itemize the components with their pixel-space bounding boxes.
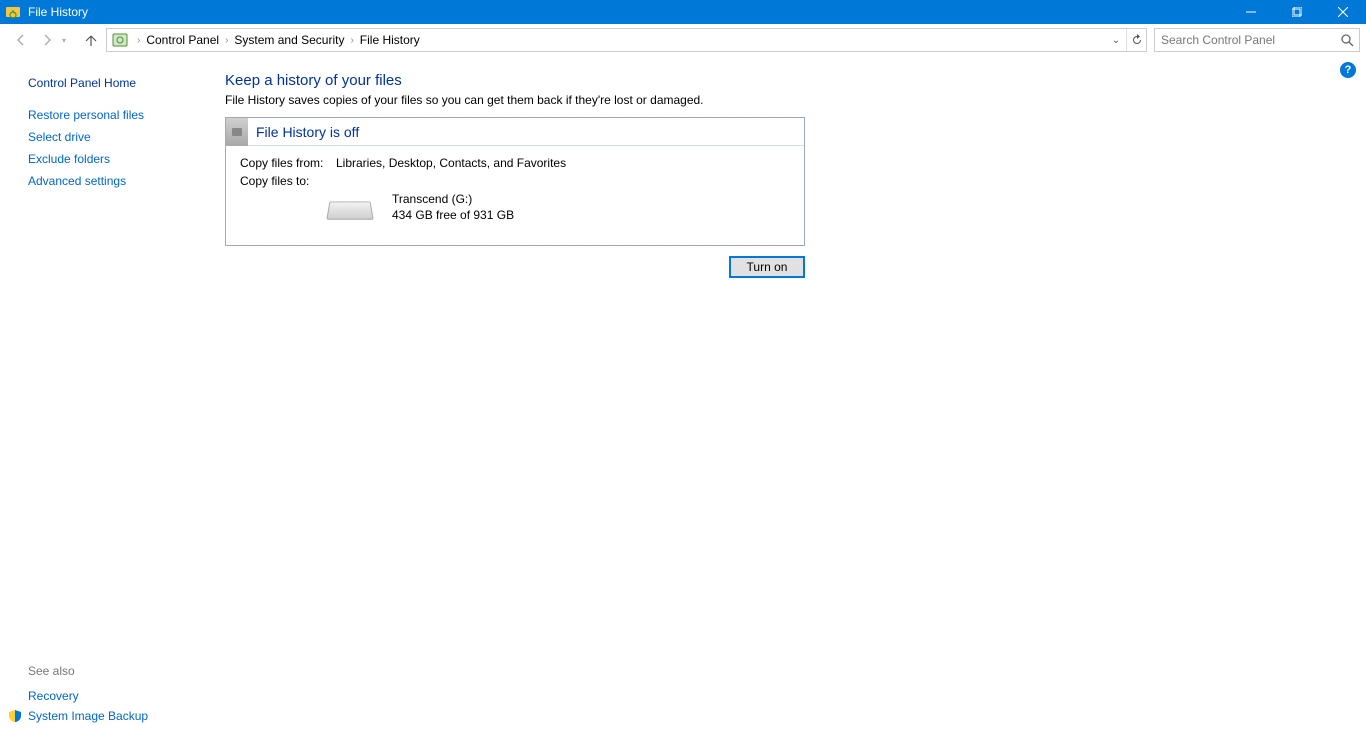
search-box[interactable] — [1154, 28, 1360, 52]
page-title: Keep a history of your files — [225, 72, 1346, 89]
drive-free-space: 434 GB free of 931 GB — [392, 208, 514, 224]
see-also-label: See also — [28, 664, 205, 678]
minimize-button[interactable] — [1228, 0, 1274, 24]
breadcrumb-item[interactable]: Control Panel — [144, 33, 221, 47]
control-panel-home-link[interactable]: Control Panel Home — [0, 76, 205, 90]
back-button[interactable] — [10, 29, 32, 51]
help-icon[interactable]: ? — [1340, 62, 1356, 78]
sidebar-link-exclude-folders[interactable]: Exclude folders — [0, 148, 205, 170]
drive-name: Transcend (G:) — [392, 192, 514, 208]
page-subtitle: File History saves copies of your files … — [225, 93, 1346, 107]
address-dropdown-button[interactable]: ⌄ — [1106, 29, 1126, 51]
app-icon — [2, 0, 24, 24]
status-icon — [226, 118, 248, 146]
link-label: Recovery — [28, 689, 79, 703]
sidebar-link-restore[interactable]: Restore personal files — [0, 104, 205, 126]
sidebar-link-system-image-backup[interactable]: System Image Backup — [28, 706, 205, 726]
link-label: System Image Backup — [28, 709, 148, 723]
status-title: File History is off — [248, 124, 359, 140]
window-title: File History — [28, 5, 88, 19]
breadcrumb-item[interactable]: System and Security — [232, 33, 346, 47]
turn-on-button[interactable]: Turn on — [729, 256, 805, 278]
refresh-button[interactable] — [1126, 29, 1146, 51]
chevron-right-icon[interactable]: › — [221, 35, 232, 46]
close-button[interactable] — [1320, 0, 1366, 24]
chevron-right-icon[interactable]: › — [346, 35, 357, 46]
sidebar-link-advanced-settings[interactable]: Advanced settings — [0, 170, 205, 192]
status-panel: File History is off Copy files from: Lib… — [225, 117, 805, 246]
location-icon — [110, 30, 130, 50]
shield-icon — [8, 709, 22, 723]
search-input[interactable] — [1155, 33, 1335, 47]
recent-locations-button[interactable]: ▾ — [62, 36, 76, 45]
title-bar: File History — [0, 0, 1366, 24]
drive-icon — [326, 194, 374, 222]
breadcrumb-item[interactable]: File History — [358, 33, 422, 47]
copy-from-value: Libraries, Desktop, Contacts, and Favori… — [336, 156, 566, 170]
up-button[interactable] — [80, 29, 102, 51]
forward-button[interactable] — [36, 29, 58, 51]
sidebar: Control Panel Home Restore personal file… — [0, 54, 205, 736]
chevron-right-icon[interactable]: › — [133, 35, 144, 46]
maximize-button[interactable] — [1274, 0, 1320, 24]
navigation-toolbar: ▾ › Control Panel › System and Security … — [0, 24, 1366, 54]
sidebar-link-select-drive[interactable]: Select drive — [0, 126, 205, 148]
address-bar[interactable]: › Control Panel › System and Security › … — [106, 28, 1147, 52]
search-icon[interactable] — [1335, 33, 1359, 47]
sidebar-link-recovery[interactable]: Recovery — [28, 686, 205, 706]
copy-to-label: Copy files to: — [240, 174, 336, 188]
copy-from-label: Copy files from: — [240, 156, 336, 170]
main-content: ? Keep a history of your files File Hist… — [205, 54, 1366, 736]
